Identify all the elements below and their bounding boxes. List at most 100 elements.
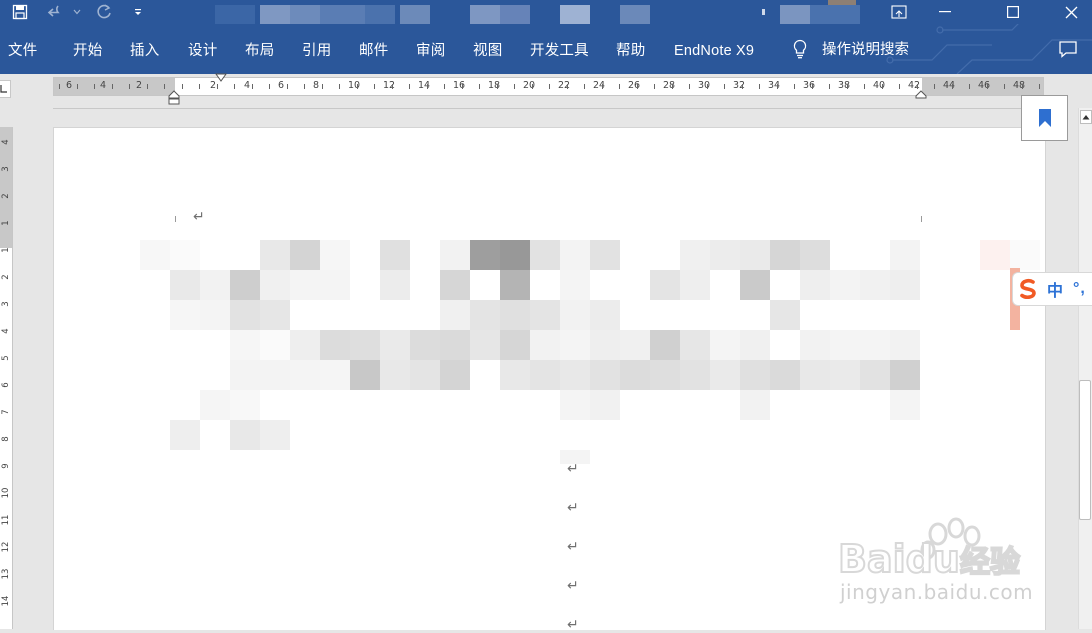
mosaic-cell [710, 240, 740, 270]
sogou-s-logo-icon[interactable] [1016, 277, 1040, 301]
ruler-label: 4 [244, 80, 251, 91]
vertical-ruler[interactable]: 4 3 2 1 1 2 3 4 5 6 7 8 9 10 11 12 13 14 [0, 127, 13, 629]
vertical-ruler-label: 7 [1, 409, 11, 415]
mosaic-cell [680, 240, 710, 270]
svg-text:经验: 经验 [960, 545, 1020, 580]
mosaic-cell [590, 300, 620, 330]
ruler-label: 6 [278, 80, 285, 91]
ruler-label: 6 [66, 80, 73, 91]
paragraph-mark: ↵ [193, 209, 205, 225]
mosaic-cell [560, 270, 590, 300]
account-area-blurred[interactable] [760, 0, 870, 24]
mosaic-cell [230, 300, 260, 330]
comments-icon[interactable] [1058, 40, 1078, 63]
ruler-tick [759, 84, 760, 89]
vertical-ruler-label: 11 [1, 514, 11, 526]
tab-help[interactable]: 帮助 [616, 42, 645, 60]
ruler-label: 40 [873, 80, 886, 91]
bookmark-popup[interactable] [1021, 95, 1068, 141]
paragraph-mark: ↵ [567, 617, 579, 633]
tab-insert[interactable]: 插入 [130, 42, 159, 60]
tell-me-label: 操作说明搜索 [822, 42, 909, 58]
tab-selector[interactable] [0, 80, 11, 98]
ribbon-display-options-icon[interactable] [876, 0, 922, 24]
mosaic-cell [800, 270, 830, 300]
mosaic-cell [830, 330, 860, 360]
mosaic-cell [860, 270, 890, 300]
ruler-label: 14 [418, 80, 431, 91]
vertical-ruler-label: 8 [1, 436, 11, 442]
mosaic-cell [500, 270, 530, 300]
customize-qat-icon[interactable] [130, 0, 146, 24]
scrollbar-thumb[interactable] [1079, 380, 1091, 520]
tab-design[interactable]: 设计 [188, 42, 217, 60]
undo-dropdown-chevron-icon[interactable] [70, 0, 84, 24]
tab-view[interactable]: 视图 [473, 42, 502, 60]
mosaic-cell [260, 420, 290, 450]
ime-status-bar[interactable]: 中 °, [1012, 272, 1092, 306]
ruler-tick [619, 84, 620, 89]
mosaic-cell [650, 330, 680, 360]
ruler-baseline [53, 108, 1044, 109]
mosaic-cell [200, 390, 230, 420]
horizontal-ruler[interactable]: 6 4 2 2 4 6 8 10 12 14 16 18 20 22 24 26 28 30 32 34 36 38 40 4… [53, 77, 1044, 96]
tab-home[interactable]: 开始 [73, 42, 102, 60]
tab-endnote[interactable]: EndNote X9 [674, 42, 754, 60]
ime-punctuation-label[interactable]: °, [1073, 280, 1086, 298]
mosaic-cell [260, 360, 290, 390]
mosaic-cell [890, 270, 920, 300]
ruler-tick [777, 84, 778, 89]
mosaic-cell [710, 330, 740, 360]
minimize-button[interactable] [922, 0, 968, 24]
mosaic-cell [230, 420, 260, 450]
tab-developer[interactable]: 开发工具 [530, 42, 589, 60]
hanging-indent-marker[interactable] [168, 90, 180, 106]
close-button[interactable] [1048, 0, 1092, 24]
tab-references[interactable]: 引用 [302, 42, 331, 60]
mosaic-cell [770, 240, 800, 270]
tab-file[interactable]: 文件 [8, 42, 37, 60]
mosaic-cell [260, 240, 290, 270]
mosaic-cell [560, 360, 590, 390]
ruler-tick [409, 84, 410, 89]
ime-mode-label[interactable]: 中 [1047, 277, 1063, 301]
vertical-ruler-label: 3 [1, 166, 11, 172]
vertical-scrollbar[interactable] [1078, 108, 1092, 629]
tab-layout[interactable]: 布局 [245, 42, 274, 60]
right-indent-marker[interactable] [915, 90, 927, 100]
vertical-ruler-label: 6 [1, 382, 11, 388]
mosaic-cell [380, 270, 410, 300]
mosaic-cell [860, 330, 890, 360]
mosaic-cell [770, 360, 800, 390]
paragraph-mark: ↵ [567, 500, 579, 516]
ruler-tick [182, 84, 183, 89]
mosaic-cell [230, 270, 260, 300]
ruler-label: 18 [488, 80, 501, 91]
ruler-tick [602, 84, 603, 89]
ruler-tick [812, 84, 813, 89]
tell-me-search[interactable]: 操作说明搜索 [792, 38, 909, 59]
ruler-tick [584, 84, 585, 89]
first-line-indent-marker[interactable] [215, 73, 227, 83]
mosaic-cell [620, 360, 650, 390]
undo-icon[interactable] [44, 0, 70, 24]
redo-icon[interactable] [92, 0, 116, 24]
scroll-up-button[interactable] [1080, 110, 1092, 124]
ruler-label: 12 [383, 80, 396, 91]
mosaic-cell [890, 390, 920, 420]
maximize-button[interactable] [990, 0, 1036, 24]
tab-review[interactable]: 审阅 [416, 42, 445, 60]
mosaic-cell [230, 360, 260, 390]
ruler-tick [287, 84, 288, 89]
save-icon[interactable] [8, 0, 32, 24]
circuit-pattern-decoration [886, 24, 1092, 74]
ruler-label: 24 [593, 80, 606, 91]
tab-mailings[interactable]: 邮件 [359, 42, 388, 60]
ruler-tick [672, 84, 673, 89]
mosaic-cell [230, 330, 260, 360]
mosaic-cell [1010, 240, 1040, 270]
ruler-tick [444, 84, 445, 89]
ruler-tick [357, 84, 358, 89]
vertical-ruler-label: 13 [1, 568, 11, 580]
watermark-url: jingyan.baidu.com [840, 580, 1034, 604]
